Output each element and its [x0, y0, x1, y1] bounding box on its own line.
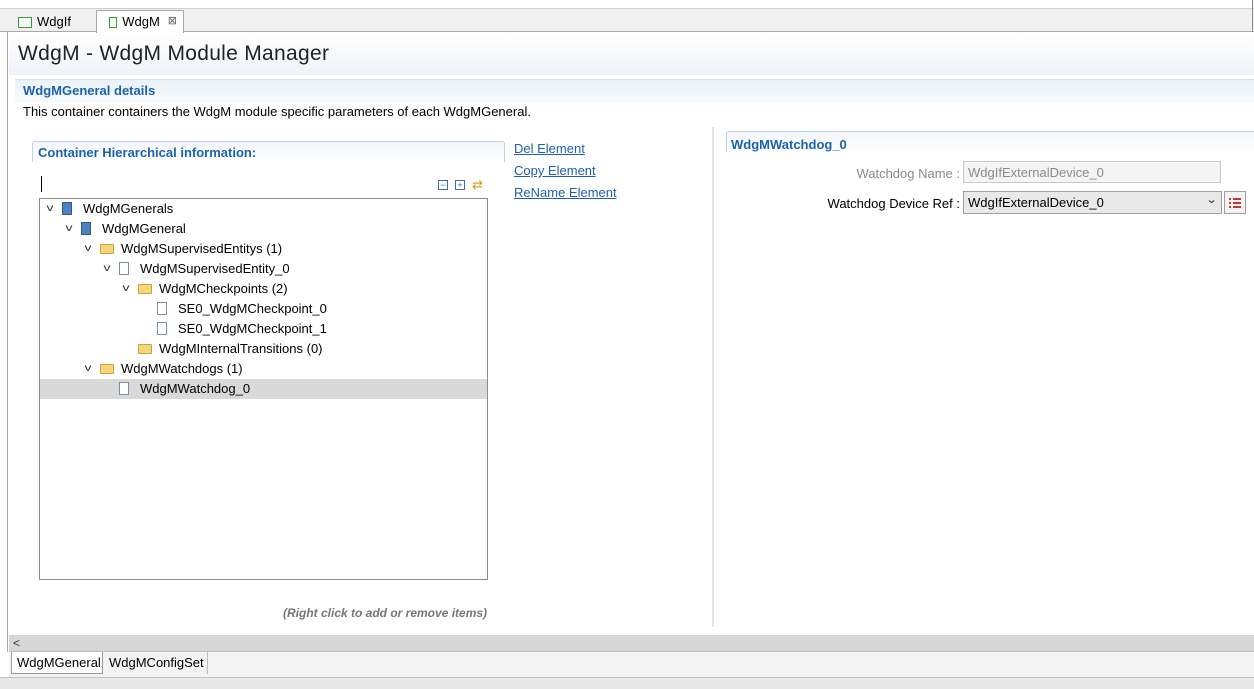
watchdog-name-label: Watchdog Name :: [856, 166, 960, 181]
section-description: This container containers the WdgM modul…: [23, 104, 531, 119]
section-title: WdgMGeneral details: [23, 83, 156, 98]
module-icon: [62, 202, 72, 215]
doc-icon: [119, 262, 129, 275]
doc-icon: [119, 382, 129, 395]
tree-hint: (Right click to add or remove items): [283, 606, 488, 620]
copy-element-link[interactable]: Copy Element: [514, 163, 596, 178]
watchdog-name-field: WdgIfExternalDevice_0: [963, 161, 1221, 183]
editor-icon: [18, 17, 32, 28]
tree-node-label: WdgMGeneral: [102, 221, 186, 236]
chevron-down-icon[interactable]: v: [81, 363, 95, 374]
tree-node[interactable]: SE0_WdgMCheckpoint_1: [40, 319, 487, 339]
tree-node[interactable]: v WdgMGenerals: [40, 199, 487, 219]
link-editor-icon[interactable]: ⇄: [472, 177, 483, 193]
page-title: WdgM - WdgM Module Manager: [18, 42, 330, 65]
tree-node[interactable]: SE0_WdgMCheckpoint_0: [40, 299, 487, 319]
tree-node-label: WdgMWatchdogs (1): [121, 361, 243, 376]
editor-border: [7, 32, 8, 652]
detail-title: WdgMWatchdog_0: [731, 137, 847, 152]
chevron-down-icon[interactable]: v: [43, 203, 57, 214]
folder-icon: [138, 344, 152, 354]
tree-node[interactable]: WdgMInternalTransitions (0): [40, 339, 487, 359]
tab-label: WdgIf: [37, 14, 71, 29]
folder-icon: [138, 284, 152, 294]
scroll-left-icon[interactable]: <: [13, 636, 20, 650]
chevron-down-icon[interactable]: v: [81, 243, 95, 254]
tree-node[interactable]: v WdgMSupervisedEntity_0: [40, 259, 487, 279]
tree-node-label: SE0_WdgMCheckpoint_1: [178, 321, 327, 336]
doc-icon: [157, 322, 167, 335]
rename-element-link[interactable]: ReName Element: [514, 185, 617, 200]
section-header: [15, 79, 1254, 102]
panel-splitter[interactable]: [712, 127, 714, 627]
tab-wdgmconfigset[interactable]: WdgMConfigSet: [104, 652, 208, 674]
tree-node[interactable]: v WdgMWatchdogs (1): [40, 359, 487, 379]
tree-node[interactable]: v WdgMCheckpoints (2): [40, 279, 487, 299]
hierarchy-tree[interactable]: v WdgMGenerals v WdgMGeneral v WdgMSupervised…: [39, 198, 488, 580]
watchdog-device-ref-label: Watchdog Device Ref :: [827, 196, 960, 211]
tab-wdgif[interactable]: WdgIf: [6, 11, 95, 33]
editor-tab-bar: WdgIf WdgM ⊠: [0, 8, 1254, 34]
tree-node[interactable]: WdgMWatchdog_0: [40, 379, 487, 399]
chevron-down-icon[interactable]: v: [62, 223, 76, 234]
tab-wdgmgeneral[interactable]: WdgMGeneral: [11, 652, 103, 674]
window-border: [1252, 0, 1253, 32]
module-icon: [81, 222, 91, 235]
text-cursor: [41, 176, 42, 192]
chevron-down-icon[interactable]: ⌄: [1206, 193, 1218, 206]
status-bar: [0, 677, 1254, 689]
tree-node-label: WdgMGenerals: [83, 201, 174, 216]
tree-node-label: WdgMWatchdog_0: [140, 381, 251, 396]
doc-icon: [157, 302, 167, 315]
horizontal-scrollbar[interactable]: [9, 635, 1254, 651]
tab-label: WdgM: [122, 14, 160, 29]
close-icon[interactable]: ⊠: [168, 14, 177, 27]
tab-wdgm[interactable]: WdgM ⊠: [96, 10, 184, 34]
del-element-link[interactable]: Del Element: [514, 141, 585, 156]
watchdog-device-ref-select[interactable]: WdgIfExternalDevice_0: [963, 191, 1222, 214]
chevron-down-icon[interactable]: v: [100, 263, 114, 274]
tree-node[interactable]: v WdgMSupervisedEntitys (1): [40, 239, 487, 259]
folder-icon: [100, 364, 114, 374]
list-icon: [1229, 198, 1241, 208]
editor-icon: [109, 17, 118, 28]
tree-node-label: SE0_WdgMCheckpoint_0: [178, 301, 327, 316]
tree-node-label: WdgMSupervisedEntity_0: [140, 261, 290, 276]
folder-icon: [100, 244, 114, 254]
tree-node-label: WdgMInternalTransitions (0): [159, 341, 323, 356]
tree-node-label: WdgMSupervisedEntitys (1): [121, 241, 283, 256]
hierarchy-title: Container Hierarchical information:: [38, 145, 257, 160]
tree-node[interactable]: v WdgMGeneral: [40, 219, 487, 239]
expand-all-icon[interactable]: +: [455, 180, 465, 190]
chevron-down-icon[interactable]: v: [119, 283, 133, 294]
reference-list-button[interactable]: [1224, 191, 1246, 214]
tree-node-label: WdgMCheckpoints (2): [159, 281, 288, 296]
collapse-all-icon[interactable]: −: [438, 180, 448, 190]
